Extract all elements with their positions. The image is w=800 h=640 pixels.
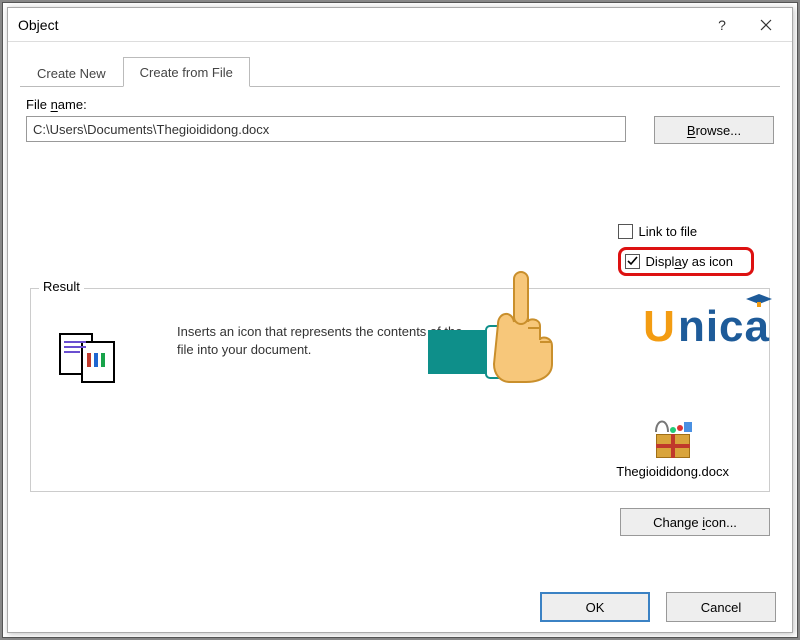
- dialog-content: File name: Browse...: [8, 87, 792, 144]
- display-as-icon-checkbox[interactable]: Display as icon: [618, 247, 754, 276]
- cancel-button[interactable]: Cancel: [666, 592, 776, 622]
- result-body: Inserts an icon that represents the cont…: [31, 289, 769, 374]
- icon-preview: Thegioididong.docx: [616, 418, 729, 479]
- tab-create-from-file[interactable]: Create from File: [123, 57, 250, 87]
- tab-create-new[interactable]: Create New: [20, 58, 123, 87]
- object-dialog: Object ? Create New Create from File Fil…: [7, 7, 793, 633]
- close-button[interactable]: [744, 11, 788, 39]
- result-group: Result Inserts an icon that represents t…: [30, 288, 770, 492]
- change-icon-button[interactable]: Change icon...: [620, 508, 770, 536]
- link-to-file-checkbox[interactable]: Link to file: [618, 224, 754, 239]
- dialog-footer: OK Cancel: [540, 592, 776, 622]
- ok-button[interactable]: OK: [540, 592, 650, 622]
- documents-icon: [59, 333, 119, 385]
- result-legend: Result: [39, 279, 84, 294]
- browse-button[interactable]: Browse...: [654, 116, 774, 144]
- close-icon: [760, 19, 772, 31]
- link-to-file-label: Link to file: [639, 224, 698, 239]
- tabstrip: Create New Create from File: [20, 56, 780, 87]
- file-name-input[interactable]: [26, 116, 626, 142]
- result-description: Inserts an icon that represents the cont…: [177, 323, 477, 358]
- options-pane: Link to file Display as icon: [618, 224, 754, 276]
- window-title: Object: [18, 17, 700, 33]
- checkbox-checked-icon: [625, 254, 640, 269]
- titlebar: Object ?: [8, 8, 792, 42]
- canvas-frame: Object ? Create New Create from File Fil…: [2, 2, 798, 638]
- preview-filename: Thegioididong.docx: [616, 464, 729, 479]
- package-icon: [650, 418, 696, 458]
- file-name-label: File name:: [26, 97, 774, 112]
- help-button[interactable]: ?: [700, 11, 744, 39]
- checkbox-icon: [618, 224, 633, 239]
- display-as-icon-label: Display as icon: [646, 254, 733, 269]
- change-icon-row: Change icon...: [620, 508, 770, 536]
- file-row: Browse...: [26, 116, 774, 144]
